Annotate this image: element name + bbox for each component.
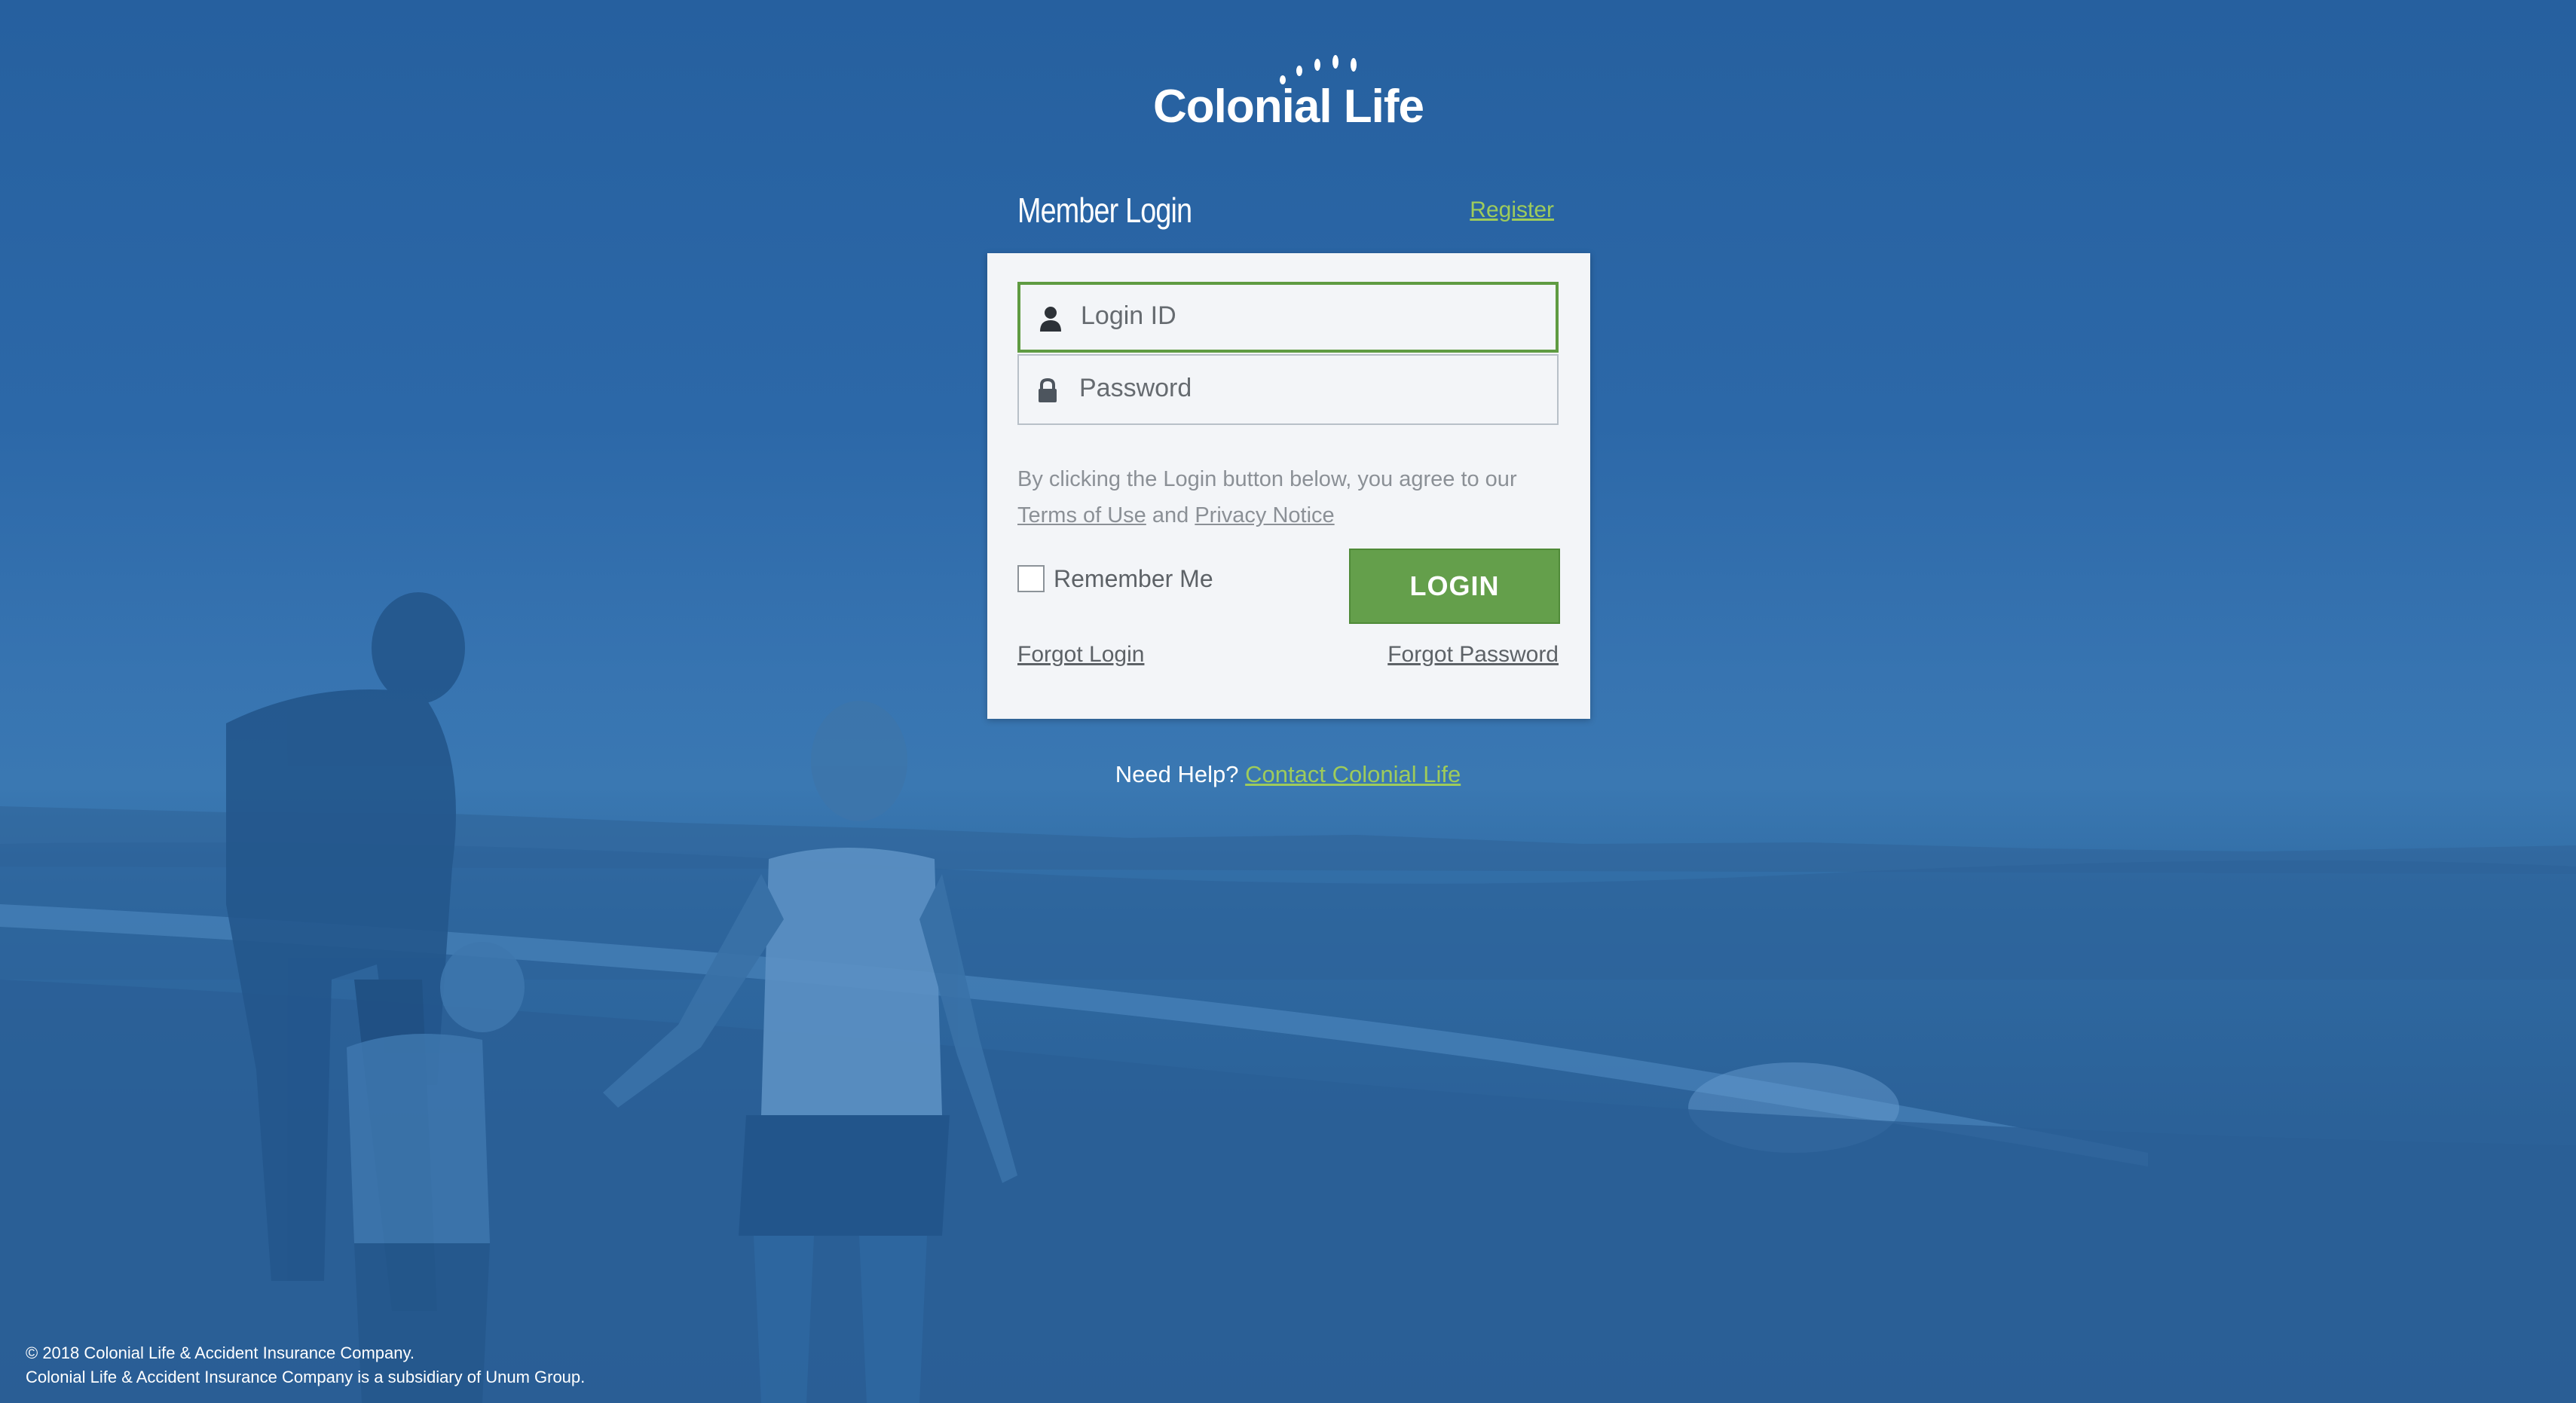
- remember-me[interactable]: Remember Me: [1017, 562, 1213, 595]
- need-help-text: Need Help?: [1115, 761, 1239, 787]
- privacy-notice-link[interactable]: Privacy Notice: [1195, 503, 1334, 527]
- login-button[interactable]: LOGIN: [1349, 549, 1560, 624]
- remember-me-checkbox[interactable]: [1017, 565, 1045, 592]
- agreement-text: By clicking the Login button below, you …: [1017, 467, 1517, 491]
- login-id-placeholder: Login ID: [1081, 301, 1176, 330]
- remember-me-label: Remember Me: [1054, 564, 1213, 592]
- and-text: and: [1152, 503, 1189, 527]
- page-title: Member Login: [1017, 191, 1192, 230]
- terms-agreement: By clicking the Login button below, you …: [1017, 461, 1575, 533]
- footer: © 2018 Colonial Life & Accident Insuranc…: [26, 1341, 585, 1389]
- user-icon: [1040, 307, 1061, 332]
- password-placeholder: Password: [1079, 374, 1192, 402]
- register-link[interactable]: Register: [1470, 197, 1554, 223]
- subsidiary-text: Colonial Life & Accident Insurance Compa…: [26, 1368, 586, 1386]
- forgot-password-link[interactable]: Forgot Password: [1387, 642, 1559, 668]
- login-card: Login ID Password By clicking the Login …: [987, 253, 1590, 719]
- logo-text: Colonial Life: [1153, 81, 1424, 133]
- lock-icon: [1039, 378, 1057, 402]
- forgot-login-link[interactable]: Forgot Login: [1017, 642, 1144, 668]
- login-id-field[interactable]: Login ID: [1017, 282, 1559, 353]
- terms-of-use-link[interactable]: Terms of Use: [1017, 503, 1146, 527]
- colonial-life-logo: Colonial Life: [1153, 48, 1424, 139]
- contact-link[interactable]: Contact Colonial Life: [1245, 761, 1461, 787]
- help-line: Need Help? Contact Colonial Life: [0, 761, 2576, 788]
- password-field[interactable]: Password: [1017, 354, 1559, 425]
- copyright-text: © 2018 Colonial Life & Accident Insuranc…: [26, 1343, 415, 1362]
